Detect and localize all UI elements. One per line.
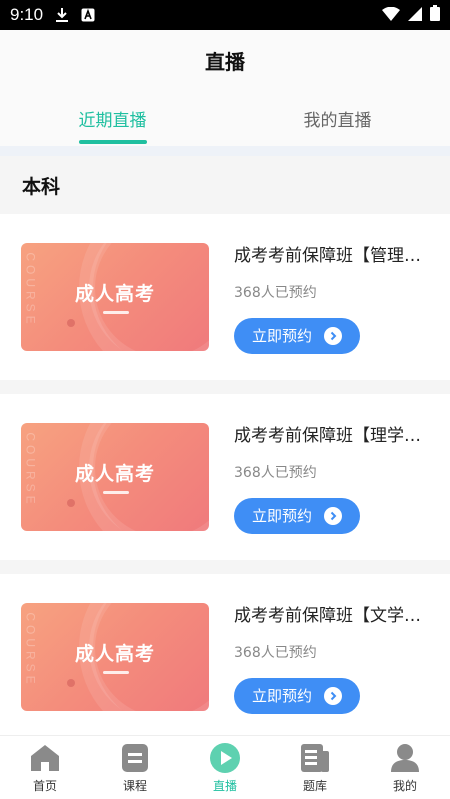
course-info: 成考考前保障班【文学… 368人已预约 立即预约 bbox=[234, 601, 450, 714]
reserve-button-label: 立即预约 bbox=[251, 507, 312, 525]
course-title[interactable]: 成考考前保障班【文学… bbox=[234, 601, 426, 626]
question-bank-icon bbox=[299, 742, 331, 774]
thumbnail-label: 成人高考 bbox=[74, 643, 155, 665]
nav-label: 直播 bbox=[212, 778, 237, 793]
thumbnail-dash bbox=[103, 311, 129, 314]
status-bar: 9:10 bbox=[0, 0, 450, 30]
chevron-right-icon bbox=[324, 686, 342, 705]
reserve-button-label: 立即预约 bbox=[251, 687, 312, 705]
course-thumbnail[interactable]: COURSE 成人高考 bbox=[21, 423, 209, 531]
course-card[interactable]: COURSE 成人高考 成考考前保障班【管理… 368人已预约 立即预约 bbox=[0, 214, 450, 380]
course-info: 成考考前保障班【理学… 368人已预约 立即预约 bbox=[234, 421, 450, 534]
status-time: 9:10 bbox=[10, 5, 44, 24]
live-play-icon bbox=[209, 742, 241, 774]
battery-icon bbox=[430, 5, 440, 25]
nav-question-bank[interactable]: 题库 bbox=[270, 736, 360, 799]
course-thumbnail[interactable]: COURSE 成人高考 bbox=[21, 603, 209, 711]
tab-label: 我的直播 bbox=[303, 110, 372, 131]
course-card[interactable]: COURSE 成人高考 成考考前保障班【理学… 368人已预约 立即预约 bbox=[0, 394, 450, 560]
course-title[interactable]: 成考考前保障班【管理… bbox=[234, 241, 426, 266]
signal-icon bbox=[408, 6, 422, 25]
reserve-button[interactable]: 立即预约 bbox=[234, 677, 360, 714]
download-icon bbox=[55, 7, 69, 23]
reservation-count: 368人已预约 bbox=[234, 464, 317, 481]
thumbnail-dot bbox=[67, 499, 75, 507]
profile-icon bbox=[389, 742, 421, 774]
thumbnail-label: 成人高考 bbox=[74, 283, 155, 305]
tab-my-live[interactable]: 我的直播 bbox=[225, 90, 450, 146]
wifi-icon bbox=[382, 6, 400, 25]
thumbnail-label: 成人高考 bbox=[74, 463, 155, 485]
nav-home[interactable]: 首页 bbox=[0, 736, 90, 799]
course-card[interactable]: COURSE 成人高考 成考考前保障班【文学… 368人已预约 立即预约 bbox=[0, 574, 450, 740]
reserve-button[interactable]: 立即预约 bbox=[234, 317, 360, 354]
course-thumbnail[interactable]: COURSE 成人高考 bbox=[21, 243, 209, 351]
reserve-button[interactable]: 立即预约 bbox=[234, 497, 360, 534]
tab-label: 近期直播 bbox=[78, 110, 147, 131]
app-notification-icon bbox=[81, 8, 95, 22]
course-icon bbox=[119, 742, 151, 774]
nav-course[interactable]: 课程 bbox=[90, 736, 180, 799]
thumbnail-dash bbox=[103, 671, 129, 674]
nav-live[interactable]: 直播 bbox=[180, 736, 270, 799]
chevron-right-icon bbox=[324, 506, 342, 525]
thumbnail-dash bbox=[103, 491, 129, 494]
course-title[interactable]: 成考考前保障班【理学… bbox=[234, 421, 426, 446]
tab-active-indicator bbox=[78, 140, 147, 144]
nav-profile[interactable]: 我的 bbox=[360, 736, 450, 799]
thumbnail-dot bbox=[67, 319, 75, 327]
reserve-button-label: 立即预约 bbox=[251, 327, 312, 345]
chevron-right-icon bbox=[324, 326, 342, 345]
nav-label: 首页 bbox=[32, 778, 57, 793]
reservation-count: 368人已预约 bbox=[234, 644, 317, 661]
nav-label: 我的 bbox=[392, 778, 417, 793]
section-title: 本科 bbox=[0, 156, 450, 214]
home-icon bbox=[29, 742, 61, 774]
tab-recent-live[interactable]: 近期直播 bbox=[0, 90, 225, 146]
thumbnail-dot bbox=[67, 679, 75, 687]
page-title: 直播 bbox=[205, 49, 245, 74]
bottom-nav: 首页 课程 直播 题库 我的 bbox=[0, 735, 450, 799]
divider bbox=[0, 146, 450, 156]
reservation-count: 368人已预约 bbox=[234, 284, 317, 301]
course-list: COURSE 成人高考 成考考前保障班【管理… 368人已预约 立即预约 COU… bbox=[0, 214, 450, 740]
header: 直播 bbox=[0, 30, 450, 90]
course-info: 成考考前保障班【管理… 368人已预约 立即预约 bbox=[234, 241, 450, 354]
tab-bar: 近期直播 我的直播 bbox=[0, 90, 450, 146]
nav-label: 题库 bbox=[302, 778, 327, 793]
nav-label: 课程 bbox=[122, 778, 147, 793]
